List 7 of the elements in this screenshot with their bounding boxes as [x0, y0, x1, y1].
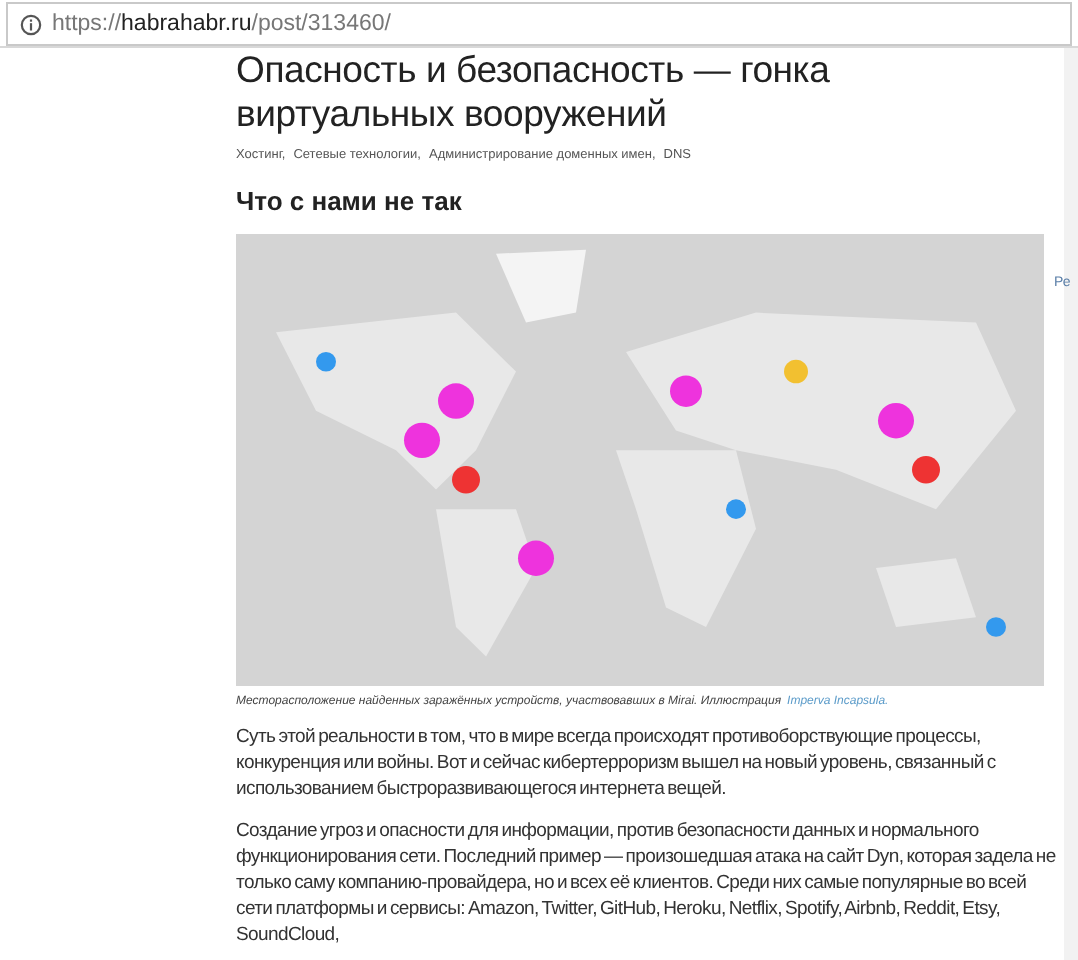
body-paragraph: Суть этой реальности в том, что в мире всегда происходят противоборствующие процессы, конкуренция или войны. Вот и сейчас кибертерроризм вышел на новый уровень, связанный с использованием быстроразвивающегося интернета вещей. — [236, 724, 998, 802]
address-field[interactable]: https://habrahabr.ru/post/313460/ — [6, 2, 1072, 46]
body-paragraph: Создание угроз и опасности для информации, против безопасности данных и нормального функционирования сети. Последний пример — произошедшая атака на сайт Dyn, которая задела не только саму компанию-провайдера, но и всех её клиентов. Среди них самые популярные во всей сети платформы и сервисы: Amazon, Twitter, GitHub, Heroku, Netflix, Spotify, Airbnb, Reddit, Etsy, SoundCloud, — [236, 818, 1058, 948]
article-title: Опасность и безопасность — гонка виртуальных вооружений — [236, 48, 832, 136]
url-text: https://habrahabr.ru/post/313460/ — [52, 12, 391, 36]
section-heading: Что с нами не так — [236, 186, 464, 216]
info-icon[interactable] — [20, 13, 42, 35]
